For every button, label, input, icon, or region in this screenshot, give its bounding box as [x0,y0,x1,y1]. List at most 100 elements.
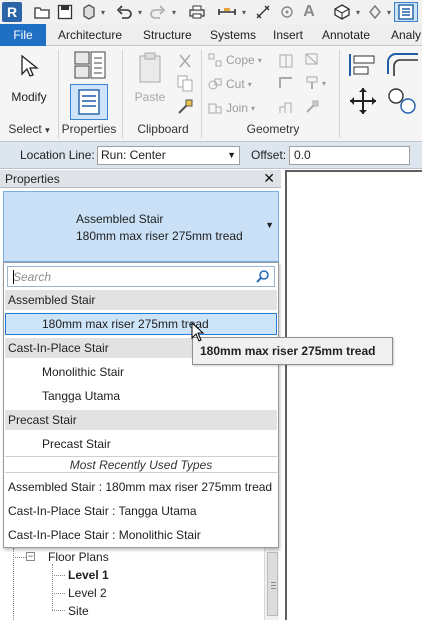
revit-logo-icon[interactable]: R [2,2,22,22]
properties-button[interactable] [70,84,108,120]
print-icon[interactable] [187,2,207,22]
grip-line [271,585,276,586]
unjoin-icon[interactable] [303,50,321,68]
location-line-select[interactable]: Run: Center ▼ [97,146,240,165]
cope-label: Cope [226,53,255,67]
save-icon[interactable] [55,2,75,22]
tag-icon[interactable] [278,2,296,22]
type-item-tangga-utama[interactable]: Tangga Utama [5,385,277,407]
redo-icon[interactable] [148,2,168,22]
properties-palette-header: Properties ✕ [0,170,281,188]
tree-level-1[interactable]: Level 1 [68,568,109,582]
modify-label: Modify [11,90,47,104]
search-icon[interactable] [255,269,270,284]
mru-item[interactable]: Cast-In-Place Stair : Monolithic Stair [5,523,277,547]
offset-input[interactable]: 0.0 [289,146,410,165]
drawing-canvas[interactable] [285,170,422,620]
chevron-down-icon[interactable]: ▾ [240,2,248,22]
grip-line [271,588,276,589]
cut-icon[interactable] [176,52,194,70]
tab-structure[interactable]: Structure [143,24,192,46]
sync-icon[interactable] [80,2,98,22]
join-button[interactable]: Join ▾ [207,98,255,118]
ribbon: Modify Select ▾ Properties Paste Clipboa… [0,46,422,142]
paint-icon[interactable] [303,74,321,92]
chevron-down-icon[interactable]: ▾ [354,2,362,22]
match-type-icon[interactable] [176,98,194,116]
paste-button[interactable]: Paste [130,52,170,104]
chevron-down-icon: ▾ [251,103,256,113]
panel-divider [339,50,340,138]
open-icon[interactable] [32,2,52,22]
undo-icon[interactable] [114,2,134,22]
tree-floor-plans[interactable]: Floor Plans [48,550,109,564]
offset-value: 0.0 [294,148,311,162]
copy-element-icon[interactable] [386,86,420,116]
tree-guide [13,557,26,558]
join-icon [208,103,222,114]
search-input[interactable]: Search [7,266,275,287]
tab-analyze[interactable]: Analy [391,24,421,46]
aligned-dimension-icon[interactable] [253,2,273,22]
switch-windows-icon[interactable] [394,2,418,22]
tab-architecture[interactable]: Architecture [58,24,122,46]
measure-icon[interactable] [216,2,238,22]
collapse-icon[interactable]: − [26,552,35,561]
type-item-precast-stair[interactable]: Precast Stair [5,433,277,455]
close-icon[interactable]: ✕ [263,170,275,187]
3d-view-icon[interactable] [332,2,352,22]
hammer-icon[interactable] [303,98,321,116]
tree-guide [52,564,53,610]
copy-icon[interactable] [176,74,194,92]
offset-icon[interactable] [386,52,420,78]
select-panel-title[interactable]: Select ▾ [4,122,54,138]
mru-item[interactable]: Cast-In-Place Stair : Tangga Utama [5,499,277,523]
mouse-cursor-icon [191,322,205,342]
cut-geometry-button[interactable]: Cut ▾ [207,74,252,94]
tab-annotate[interactable]: Annotate [322,24,370,46]
type-name-label: 180mm max riser 275mm tread [76,229,243,243]
demolish-icon[interactable] [277,98,295,116]
ribbon-tabs: File Architecture Structure Systems Inse… [0,24,422,46]
type-selector[interactable]: Assembled Stair 180mm max riser 275mm tr… [3,191,279,262]
clipboard-panel-title: Clipboard [137,122,189,136]
chevron-down-icon[interactable]: ▾ [170,2,178,22]
browser-scrollbar[interactable] [264,548,279,620]
align-icon[interactable] [346,52,378,78]
properties-icon [78,89,100,115]
section-icon[interactable] [366,2,384,22]
tree-guide [52,610,65,611]
tab-file[interactable]: File [0,24,46,46]
tree-site[interactable]: Site [68,604,89,618]
mru-item[interactable]: Assembled Stair : 180mm max riser 275mm … [5,475,277,499]
chevron-down-icon[interactable]: ▾ [136,2,144,22]
paste-icon [139,52,161,83]
offset-label: Offset: [251,148,287,162]
join-label: Join [226,101,249,115]
type-item-180mm-riser[interactable]: 180mm max riser 275mm tread [5,313,277,335]
properties-title: Properties [5,172,60,186]
scroll-thumb[interactable] [267,552,278,616]
split-face-icon[interactable] [277,52,295,70]
cut-label: Cut [226,77,245,91]
chevron-down-icon[interactable]: ▾ [385,2,393,22]
tab-insert[interactable]: Insert [273,24,303,46]
search-placeholder: Search [13,270,52,284]
cope-button[interactable]: Cope ▾ [207,50,262,70]
chevron-down-icon: ▼ [227,150,236,160]
location-line-label: Location Line: [20,148,95,162]
type-properties-icon[interactable] [72,50,108,82]
chevron-down-icon[interactable]: ▾ [322,79,326,88]
chevron-down-icon: ▾ [257,55,262,65]
wall-joins-icon[interactable] [277,74,295,92]
type-preview-image [8,196,70,258]
chevron-down-icon[interactable]: ▾ [99,2,107,22]
chevron-down-icon[interactable]: ▼ [265,220,274,230]
text-icon[interactable]: A [300,2,318,22]
tree-level-2[interactable]: Level 2 [68,586,107,600]
move-icon[interactable] [348,86,378,116]
mru-header: Most Recently Used Types [5,456,277,473]
text-caret [13,270,14,284]
tab-systems[interactable]: Systems [210,24,256,46]
modify-button[interactable]: Modify [8,54,50,104]
